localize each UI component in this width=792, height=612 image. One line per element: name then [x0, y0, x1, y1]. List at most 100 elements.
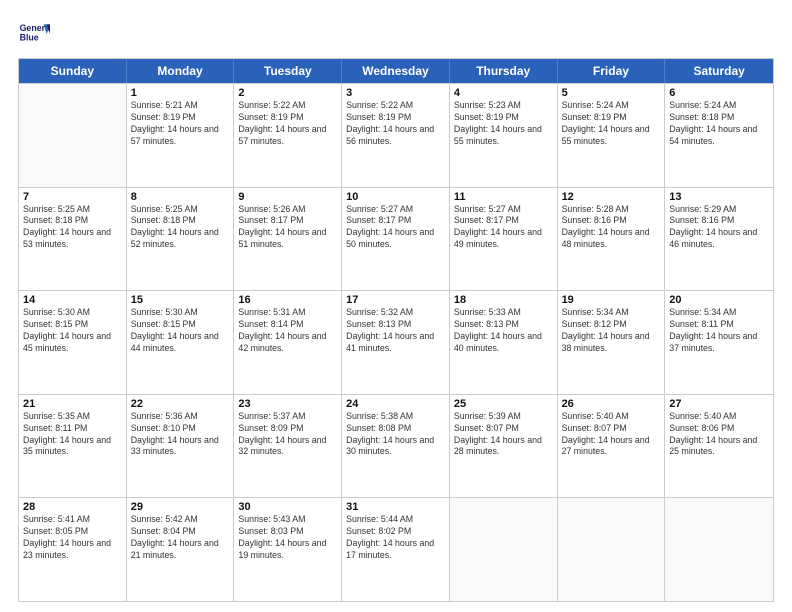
day-info: Sunrise: 5:39 AM Sunset: 8:07 PM Dayligh…: [454, 411, 553, 459]
calendar: SundayMondayTuesdayWednesdayThursdayFrid…: [18, 58, 774, 602]
day-cell-11: 11Sunrise: 5:27 AM Sunset: 8:17 PM Dayli…: [450, 188, 558, 291]
day-number: 22: [131, 398, 230, 410]
day-cell-27: 27Sunrise: 5:40 AM Sunset: 8:06 PM Dayli…: [665, 395, 773, 498]
day-number: 25: [454, 398, 553, 410]
day-info: Sunrise: 5:33 AM Sunset: 8:13 PM Dayligh…: [454, 307, 553, 355]
day-info: Sunrise: 5:24 AM Sunset: 8:19 PM Dayligh…: [562, 100, 661, 148]
day-number: 21: [23, 398, 122, 410]
day-number: 11: [454, 191, 553, 203]
empty-cell: [450, 498, 558, 601]
day-info: Sunrise: 5:31 AM Sunset: 8:14 PM Dayligh…: [238, 307, 337, 355]
day-number: 2: [238, 87, 337, 99]
header-day-sunday: Sunday: [19, 59, 127, 83]
header-day-monday: Monday: [127, 59, 235, 83]
day-cell-18: 18Sunrise: 5:33 AM Sunset: 8:13 PM Dayli…: [450, 291, 558, 394]
day-number: 16: [238, 294, 337, 306]
page-header: General Blue: [18, 18, 774, 50]
header-day-tuesday: Tuesday: [234, 59, 342, 83]
day-info: Sunrise: 5:38 AM Sunset: 8:08 PM Dayligh…: [346, 411, 445, 459]
day-cell-17: 17Sunrise: 5:32 AM Sunset: 8:13 PM Dayli…: [342, 291, 450, 394]
day-number: 4: [454, 87, 553, 99]
day-cell-20: 20Sunrise: 5:34 AM Sunset: 8:11 PM Dayli…: [665, 291, 773, 394]
day-cell-22: 22Sunrise: 5:36 AM Sunset: 8:10 PM Dayli…: [127, 395, 235, 498]
day-number: 10: [346, 191, 445, 203]
svg-text:Blue: Blue: [20, 32, 39, 42]
header-day-friday: Friday: [558, 59, 666, 83]
logo-icon: General Blue: [18, 18, 50, 50]
calendar-header: SundayMondayTuesdayWednesdayThursdayFrid…: [19, 59, 773, 83]
day-number: 26: [562, 398, 661, 410]
day-info: Sunrise: 5:41 AM Sunset: 8:05 PM Dayligh…: [23, 514, 122, 562]
day-number: 3: [346, 87, 445, 99]
day-number: 30: [238, 501, 337, 513]
day-number: 13: [669, 191, 769, 203]
day-cell-9: 9Sunrise: 5:26 AM Sunset: 8:17 PM Daylig…: [234, 188, 342, 291]
day-cell-12: 12Sunrise: 5:28 AM Sunset: 8:16 PM Dayli…: [558, 188, 666, 291]
day-number: 17: [346, 294, 445, 306]
day-number: 18: [454, 294, 553, 306]
day-info: Sunrise: 5:36 AM Sunset: 8:10 PM Dayligh…: [131, 411, 230, 459]
day-cell-14: 14Sunrise: 5:30 AM Sunset: 8:15 PM Dayli…: [19, 291, 127, 394]
day-cell-25: 25Sunrise: 5:39 AM Sunset: 8:07 PM Dayli…: [450, 395, 558, 498]
calendar-row-1: 1Sunrise: 5:21 AM Sunset: 8:19 PM Daylig…: [19, 83, 773, 187]
day-info: Sunrise: 5:43 AM Sunset: 8:03 PM Dayligh…: [238, 514, 337, 562]
day-cell-29: 29Sunrise: 5:42 AM Sunset: 8:04 PM Dayli…: [127, 498, 235, 601]
empty-cell: [19, 84, 127, 187]
day-number: 9: [238, 191, 337, 203]
day-cell-28: 28Sunrise: 5:41 AM Sunset: 8:05 PM Dayli…: [19, 498, 127, 601]
day-info: Sunrise: 5:24 AM Sunset: 8:18 PM Dayligh…: [669, 100, 769, 148]
day-info: Sunrise: 5:26 AM Sunset: 8:17 PM Dayligh…: [238, 204, 337, 252]
day-number: 29: [131, 501, 230, 513]
day-number: 1: [131, 87, 230, 99]
day-number: 27: [669, 398, 769, 410]
day-info: Sunrise: 5:25 AM Sunset: 8:18 PM Dayligh…: [131, 204, 230, 252]
logo: General Blue: [18, 18, 50, 50]
day-info: Sunrise: 5:40 AM Sunset: 8:07 PM Dayligh…: [562, 411, 661, 459]
day-info: Sunrise: 5:40 AM Sunset: 8:06 PM Dayligh…: [669, 411, 769, 459]
day-info: Sunrise: 5:22 AM Sunset: 8:19 PM Dayligh…: [346, 100, 445, 148]
day-cell-6: 6Sunrise: 5:24 AM Sunset: 8:18 PM Daylig…: [665, 84, 773, 187]
day-info: Sunrise: 5:35 AM Sunset: 8:11 PM Dayligh…: [23, 411, 122, 459]
calendar-body: 1Sunrise: 5:21 AM Sunset: 8:19 PM Daylig…: [19, 83, 773, 601]
day-info: Sunrise: 5:34 AM Sunset: 8:11 PM Dayligh…: [669, 307, 769, 355]
day-info: Sunrise: 5:27 AM Sunset: 8:17 PM Dayligh…: [346, 204, 445, 252]
day-cell-1: 1Sunrise: 5:21 AM Sunset: 8:19 PM Daylig…: [127, 84, 235, 187]
day-info: Sunrise: 5:28 AM Sunset: 8:16 PM Dayligh…: [562, 204, 661, 252]
day-info: Sunrise: 5:27 AM Sunset: 8:17 PM Dayligh…: [454, 204, 553, 252]
day-info: Sunrise: 5:29 AM Sunset: 8:16 PM Dayligh…: [669, 204, 769, 252]
header-day-saturday: Saturday: [665, 59, 773, 83]
day-number: 15: [131, 294, 230, 306]
day-number: 24: [346, 398, 445, 410]
day-info: Sunrise: 5:21 AM Sunset: 8:19 PM Dayligh…: [131, 100, 230, 148]
day-number: 23: [238, 398, 337, 410]
day-number: 31: [346, 501, 445, 513]
day-info: Sunrise: 5:37 AM Sunset: 8:09 PM Dayligh…: [238, 411, 337, 459]
header-day-wednesday: Wednesday: [342, 59, 450, 83]
calendar-row-5: 28Sunrise: 5:41 AM Sunset: 8:05 PM Dayli…: [19, 497, 773, 601]
day-number: 8: [131, 191, 230, 203]
day-cell-19: 19Sunrise: 5:34 AM Sunset: 8:12 PM Dayli…: [558, 291, 666, 394]
day-cell-5: 5Sunrise: 5:24 AM Sunset: 8:19 PM Daylig…: [558, 84, 666, 187]
day-cell-8: 8Sunrise: 5:25 AM Sunset: 8:18 PM Daylig…: [127, 188, 235, 291]
day-number: 5: [562, 87, 661, 99]
day-cell-26: 26Sunrise: 5:40 AM Sunset: 8:07 PM Dayli…: [558, 395, 666, 498]
empty-cell: [665, 498, 773, 601]
calendar-row-2: 7Sunrise: 5:25 AM Sunset: 8:18 PM Daylig…: [19, 187, 773, 291]
day-info: Sunrise: 5:44 AM Sunset: 8:02 PM Dayligh…: [346, 514, 445, 562]
day-number: 28: [23, 501, 122, 513]
calendar-row-4: 21Sunrise: 5:35 AM Sunset: 8:11 PM Dayli…: [19, 394, 773, 498]
day-cell-24: 24Sunrise: 5:38 AM Sunset: 8:08 PM Dayli…: [342, 395, 450, 498]
day-info: Sunrise: 5:23 AM Sunset: 8:19 PM Dayligh…: [454, 100, 553, 148]
day-cell-2: 2Sunrise: 5:22 AM Sunset: 8:19 PM Daylig…: [234, 84, 342, 187]
day-info: Sunrise: 5:22 AM Sunset: 8:19 PM Dayligh…: [238, 100, 337, 148]
day-info: Sunrise: 5:25 AM Sunset: 8:18 PM Dayligh…: [23, 204, 122, 252]
day-cell-10: 10Sunrise: 5:27 AM Sunset: 8:17 PM Dayli…: [342, 188, 450, 291]
day-cell-21: 21Sunrise: 5:35 AM Sunset: 8:11 PM Dayli…: [19, 395, 127, 498]
calendar-row-3: 14Sunrise: 5:30 AM Sunset: 8:15 PM Dayli…: [19, 290, 773, 394]
day-number: 20: [669, 294, 769, 306]
day-info: Sunrise: 5:32 AM Sunset: 8:13 PM Dayligh…: [346, 307, 445, 355]
day-cell-30: 30Sunrise: 5:43 AM Sunset: 8:03 PM Dayli…: [234, 498, 342, 601]
empty-cell: [558, 498, 666, 601]
header-day-thursday: Thursday: [450, 59, 558, 83]
day-cell-31: 31Sunrise: 5:44 AM Sunset: 8:02 PM Dayli…: [342, 498, 450, 601]
